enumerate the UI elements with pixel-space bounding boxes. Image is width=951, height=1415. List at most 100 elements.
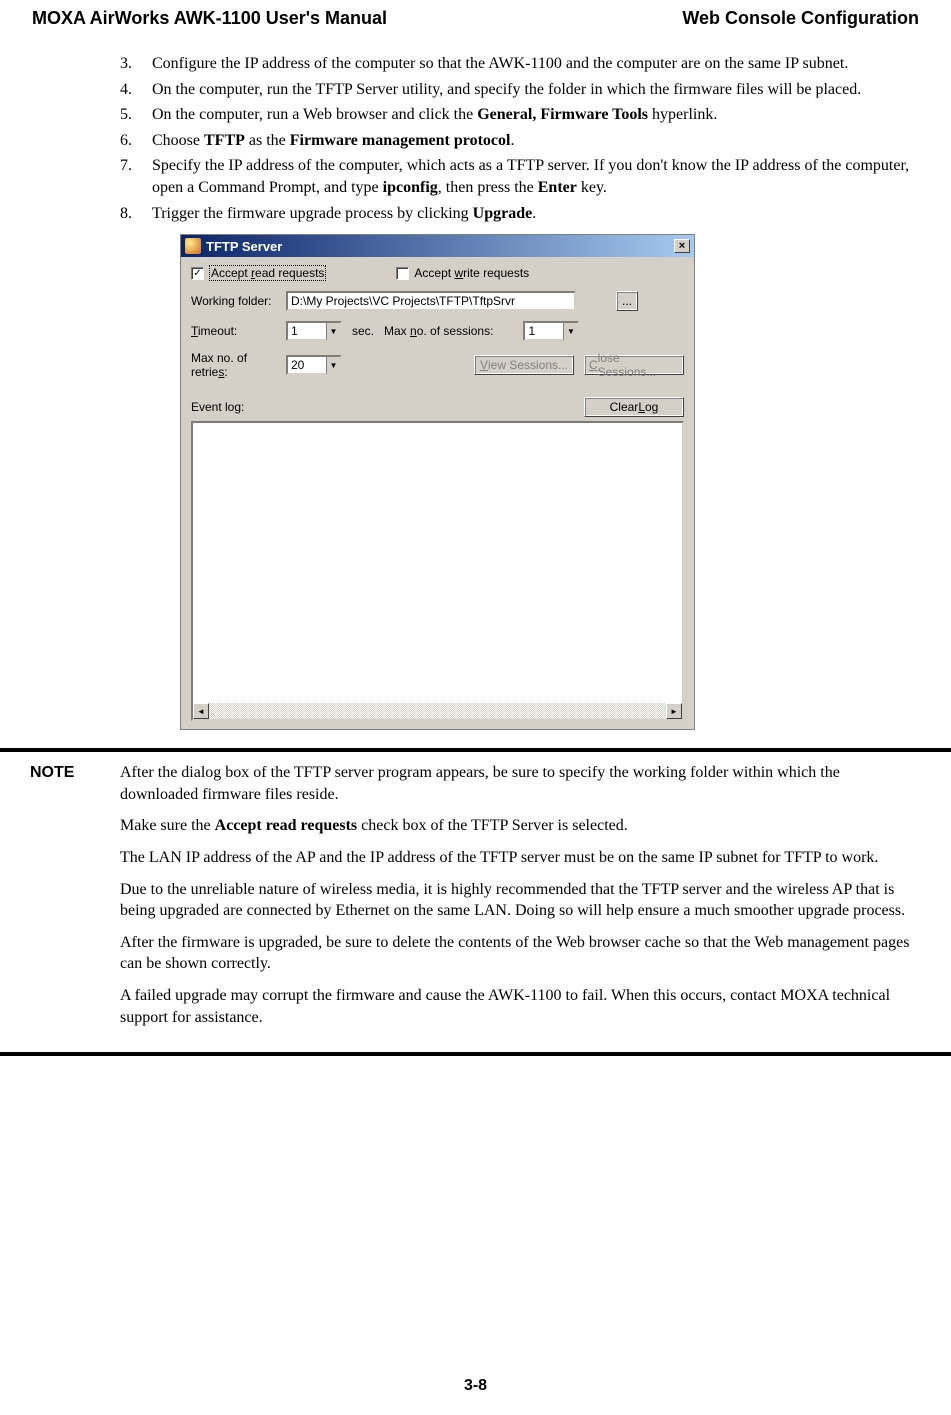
sec-label: sec.	[352, 324, 374, 338]
text-fragment: :	[224, 365, 227, 379]
note-paragraph: After the dialog box of the TFTP server …	[120, 762, 911, 805]
step-number: 3.	[120, 53, 152, 75]
bold-text: Upgrade	[473, 205, 533, 222]
main-content: 3. Configure the IP address of the compu…	[0, 33, 951, 730]
view-sessions-button[interactable]: View Sessions...	[474, 355, 574, 375]
dropdown-arrow-icon[interactable]: ▼	[326, 355, 342, 375]
clear-log-button[interactable]: Clear Log	[584, 397, 684, 417]
note-body: After the dialog box of the TFTP server …	[120, 762, 911, 1038]
bold-text: Firmware management protocol	[290, 132, 511, 149]
dropdown-arrow-icon[interactable]: ▼	[326, 321, 342, 341]
text-fragment: .	[532, 205, 536, 222]
note-paragraph: Make sure the Accept read requests check…	[120, 815, 911, 837]
timeout-row: Timeout: ▼ sec. Max no. of sessions: ▼	[191, 321, 684, 341]
text-fragment: o. of sessions:	[417, 324, 494, 338]
text-fragment: Make sure the	[120, 817, 215, 834]
horizontal-scrollbar[interactable]: ◄ ►	[193, 703, 682, 719]
dropdown-arrow-icon[interactable]: ▼	[563, 321, 579, 341]
max-retries-label: Max no. of retries:	[191, 351, 286, 379]
step-text: Choose TFTP as the Firmware management p…	[152, 130, 911, 152]
step-text: On the computer, run a Web browser and c…	[152, 104, 911, 126]
text-fragment: .	[510, 132, 514, 149]
timeout-input[interactable]	[286, 321, 326, 341]
event-log-row: Event log: Clear Log	[191, 397, 684, 417]
header-right: Web Console Configuration	[682, 8, 919, 29]
text-fragment: Accept	[211, 266, 251, 280]
text-fragment: Choose	[152, 132, 204, 149]
accept-write-checkbox-wrap: Accept write requests	[396, 266, 529, 280]
text-fragment: imeout:	[198, 324, 237, 338]
underline-char: V	[480, 358, 488, 372]
event-log-textarea[interactable]: ◄ ►	[191, 421, 684, 721]
max-sessions-label: Max no. of sessions:	[384, 324, 493, 338]
accept-read-checkbox-wrap: ✓ Accept read requests	[191, 265, 326, 281]
header-left: MOXA AirWorks AWK-1100 User's Manual	[32, 8, 387, 29]
step-7: 7. Specify the IP address of the compute…	[120, 155, 911, 198]
text-fragment: iew Sessions...	[488, 358, 568, 372]
titlebar[interactable]: TFTP Server ×	[181, 235, 694, 257]
text-fragment: Accept	[414, 266, 454, 280]
bold-text: TFTP	[204, 132, 245, 149]
text-fragment: hyperlink.	[648, 106, 717, 123]
max-sessions-combo[interactable]: ▼	[523, 321, 579, 341]
step-number: 7.	[120, 155, 152, 198]
app-icon	[185, 238, 201, 254]
working-folder-label: Working folder:	[191, 294, 286, 308]
retries-row: Max no. of retries: ▼ View Sessions... C…	[191, 351, 684, 379]
max-retries-input[interactable]	[286, 355, 326, 375]
step-4: 4. On the computer, run the TFTP Server …	[120, 79, 911, 101]
step-text: Specify the IP address of the computer, …	[152, 155, 911, 198]
text-fragment: , then press the	[438, 179, 538, 196]
step-8: 8. Trigger the firmware upgrade process …	[120, 203, 911, 225]
underline-char: C	[589, 358, 598, 372]
bold-text: Enter	[538, 179, 577, 196]
browse-button[interactable]: ...	[616, 291, 638, 311]
accept-read-label: Accept read requests	[209, 265, 326, 281]
text-fragment: Clear	[610, 400, 639, 414]
max-sessions-input[interactable]	[523, 321, 563, 341]
accept-write-checkbox[interactable]	[396, 267, 409, 280]
page-number: 3-8	[0, 1377, 951, 1395]
timeout-label: Timeout:	[191, 324, 286, 338]
window-body: ✓ Accept read requests Accept write requ…	[181, 257, 694, 729]
max-retries-combo[interactable]: ▼	[286, 355, 342, 375]
note-label: NOTE	[30, 762, 120, 1038]
underline-char: n	[410, 324, 417, 338]
note-paragraph: After the firmware is upgraded, be sure …	[120, 932, 911, 975]
page-header: MOXA AirWorks AWK-1100 User's Manual Web…	[0, 0, 951, 33]
timeout-combo[interactable]: ▼	[286, 321, 342, 341]
text-fragment: Trigger the firmware upgrade process by …	[152, 205, 473, 222]
step-6: 6. Choose TFTP as the Firmware managemen…	[120, 130, 911, 152]
bold-text: General, Firmware Tools	[477, 106, 648, 123]
text-fragment: Max	[384, 324, 410, 338]
scroll-left-icon[interactable]: ◄	[193, 703, 209, 719]
underline-char: T	[191, 324, 198, 338]
step-text: On the computer, run the TFTP Server uti…	[152, 79, 911, 101]
step-text: Trigger the firmware upgrade process by …	[152, 203, 911, 225]
step-number: 5.	[120, 104, 152, 126]
text-fragment: as the	[245, 132, 290, 149]
text-fragment: ead requests	[255, 266, 324, 280]
underline-char: w	[454, 266, 463, 280]
text-fragment: check box of the TFTP Server is selected…	[357, 817, 628, 834]
note-paragraph: Due to the unreliable nature of wireless…	[120, 879, 911, 922]
note-paragraph: The LAN IP address of the AP and the IP …	[120, 847, 911, 869]
scroll-right-icon[interactable]: ►	[666, 703, 682, 719]
working-folder-row: Working folder: ...	[191, 291, 684, 311]
text-fragment: On the computer, run a Web browser and c…	[152, 106, 477, 123]
close-sessions-button[interactable]: Close Sessions...	[584, 355, 684, 375]
bold-text: Accept read requests	[215, 817, 358, 834]
tftp-server-window: TFTP Server × ✓ Accept read requests Acc…	[180, 234, 695, 730]
text-fragment: key.	[577, 179, 607, 196]
accept-read-checkbox[interactable]: ✓	[191, 267, 204, 280]
step-3: 3. Configure the IP address of the compu…	[120, 53, 911, 75]
scroll-track[interactable]	[209, 703, 666, 719]
step-number: 4.	[120, 79, 152, 101]
checkbox-row: ✓ Accept read requests Accept write requ…	[191, 265, 684, 281]
working-folder-input[interactable]	[286, 291, 576, 311]
window-title: TFTP Server	[206, 239, 674, 254]
close-button[interactable]: ×	[674, 239, 690, 253]
underline-char: L	[638, 400, 645, 414]
event-log-label: Event log:	[191, 400, 244, 414]
accept-write-label: Accept write requests	[414, 266, 529, 280]
